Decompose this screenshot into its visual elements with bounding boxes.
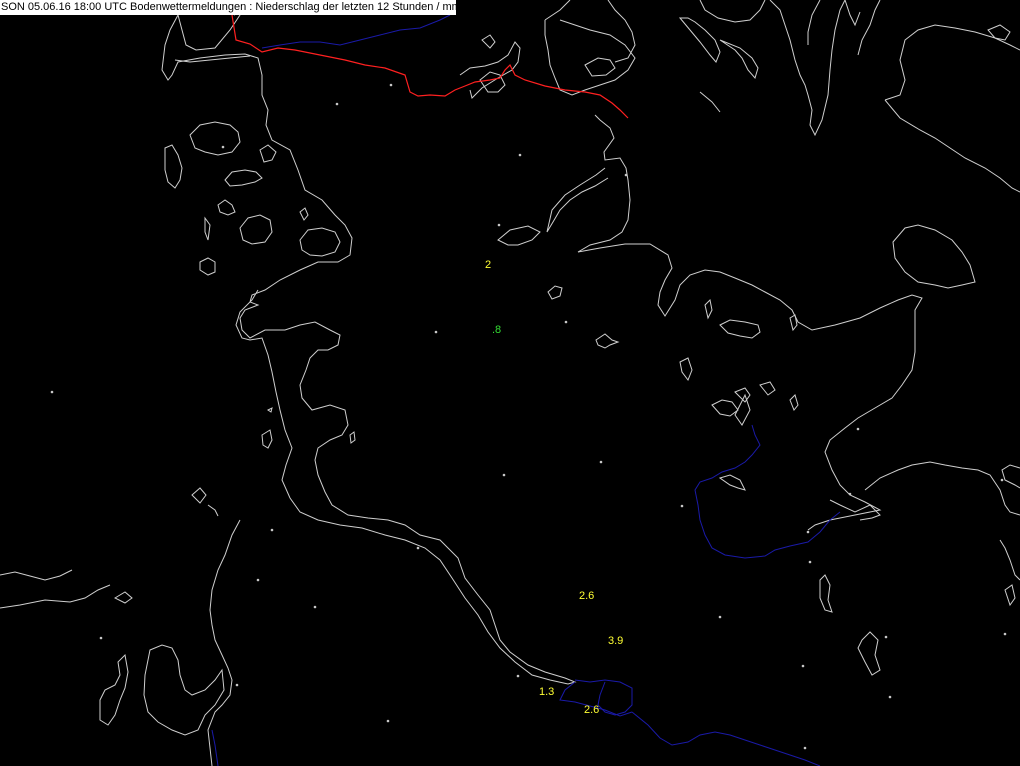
station-dot bbox=[599, 460, 603, 464]
station-dot bbox=[888, 695, 892, 699]
station-dot bbox=[624, 173, 628, 177]
station-dot bbox=[1003, 632, 1007, 636]
station-precip-value: .8 bbox=[492, 324, 501, 336]
station-dot bbox=[806, 530, 810, 534]
station-precip-value: 2.6 bbox=[584, 704, 599, 716]
station-precip-value: 3.9 bbox=[608, 635, 623, 647]
station-dot bbox=[801, 664, 805, 668]
station-dot bbox=[884, 635, 888, 639]
station-dot bbox=[416, 546, 420, 550]
station-dot bbox=[434, 330, 438, 334]
station-dot bbox=[50, 390, 54, 394]
map-background bbox=[0, 0, 1020, 766]
station-dot bbox=[221, 145, 225, 149]
station-dot bbox=[235, 683, 239, 687]
station-dot bbox=[389, 83, 393, 87]
station-dot bbox=[518, 153, 522, 157]
station-dot bbox=[564, 320, 568, 324]
station-precip-value: 2.6 bbox=[579, 590, 594, 602]
station-dot bbox=[1000, 478, 1004, 482]
station-precip-value: 1.3 bbox=[539, 686, 554, 698]
station-dot bbox=[808, 560, 812, 564]
station-dot bbox=[803, 746, 807, 750]
station-dot bbox=[313, 605, 317, 609]
station-dot bbox=[335, 102, 339, 106]
station-dot bbox=[856, 427, 860, 431]
station-dot bbox=[680, 504, 684, 508]
station-dot bbox=[502, 473, 506, 477]
weather-map: 2 .8 2.6 3.9 1.3 2.6 bbox=[0, 0, 1020, 766]
station-dot bbox=[848, 492, 852, 496]
station-precip-value: 2 bbox=[485, 259, 491, 271]
map-title: SON 05.06.16 18:00 UTC Bodenwettermeldun… bbox=[0, 0, 456, 15]
station-dot bbox=[99, 636, 103, 640]
station-dot bbox=[256, 578, 260, 582]
station-dot bbox=[718, 615, 722, 619]
station-dot bbox=[270, 528, 274, 532]
station-dot bbox=[386, 719, 390, 723]
station-dot bbox=[497, 223, 501, 227]
station-dot bbox=[516, 674, 520, 678]
